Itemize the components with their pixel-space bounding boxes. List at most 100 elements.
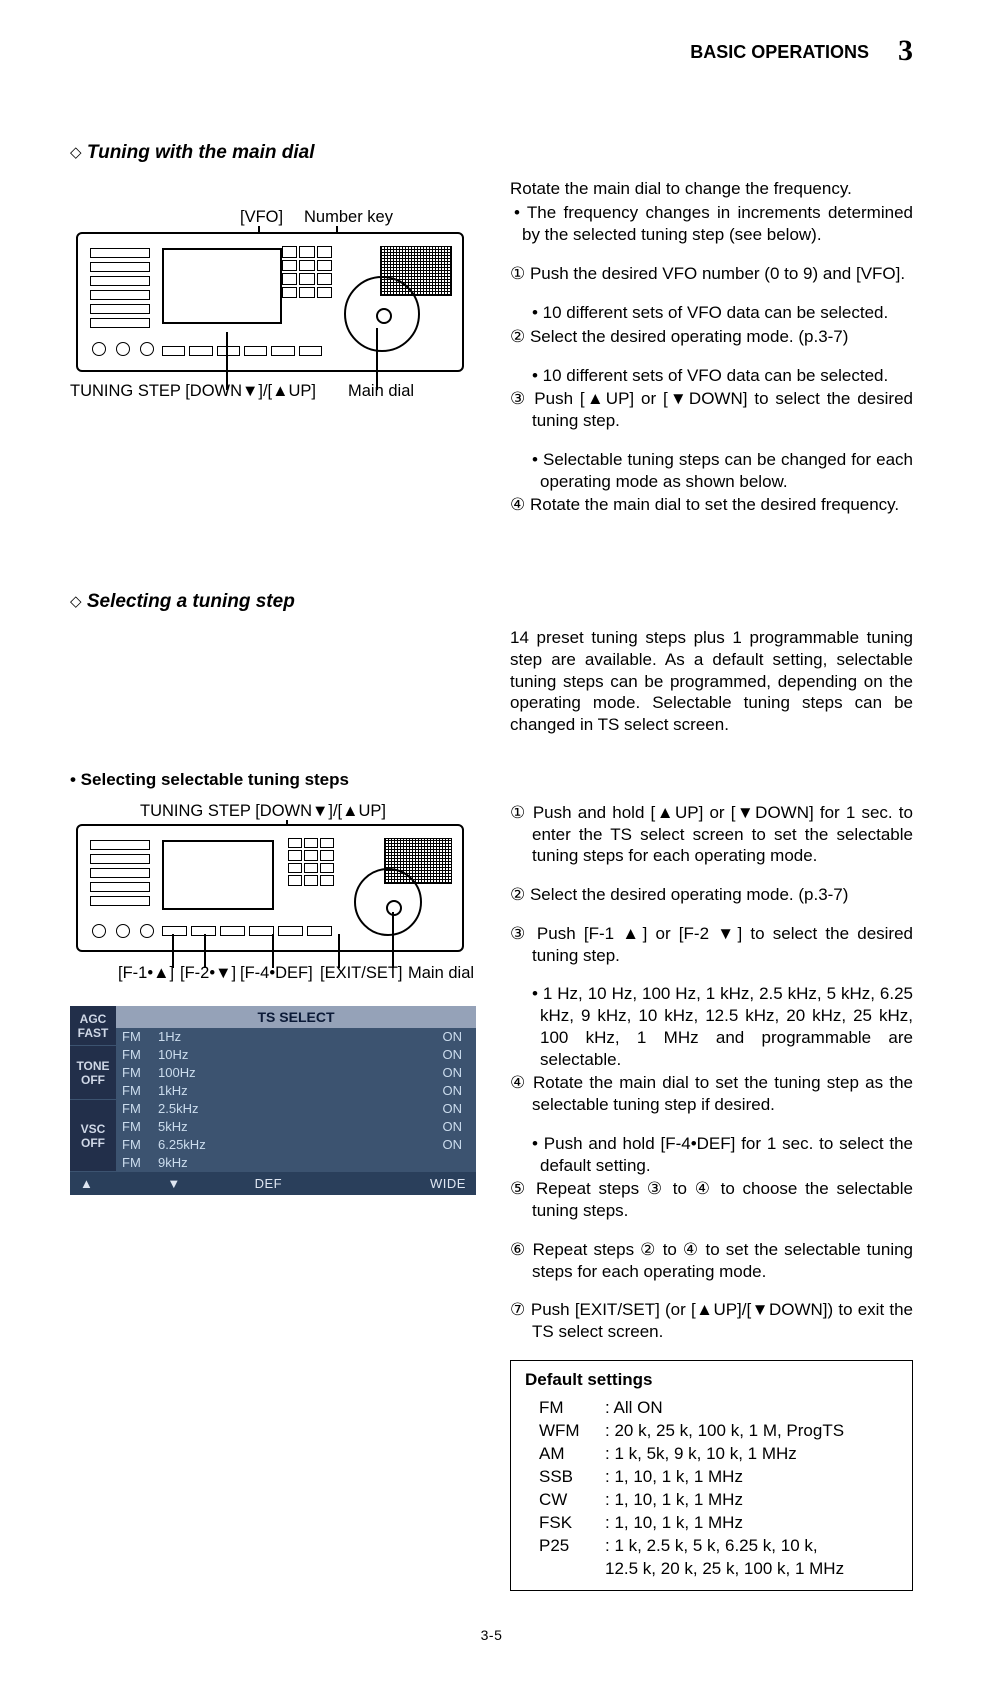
diamond-icon: ◇ — [70, 144, 82, 161]
ts-left-label: OFF — [81, 1073, 105, 1087]
ts-cell: ON — [347, 1100, 476, 1118]
small-knob-icon — [140, 924, 154, 938]
chapter-number: 3 — [898, 34, 913, 67]
heading-selecting-tuning-step: ◇ Selecting a tuning step — [70, 591, 913, 613]
ds-mode: FSK — [539, 1512, 599, 1534]
small-knob-icon — [116, 924, 130, 938]
s3-step-1: ① Push and hold [▲UP] or [▼DOWN] for 1 s… — [510, 802, 913, 867]
radio-main-dial — [354, 868, 422, 936]
ts-left-label: OFF — [81, 1136, 105, 1150]
ds-mode: FM — [539, 1397, 599, 1419]
s3-step-3: ③ Push [F-1 ▲] or [F-2 ▼] to select the … — [510, 923, 913, 967]
radio-bottom-row — [162, 926, 332, 940]
ts-cell: FM — [116, 1028, 152, 1046]
ts-cell: FM — [116, 1046, 152, 1064]
ds-value-cont: 12.5 k, 20 k, 25 k, 100 k, 1 MHz — [605, 1558, 898, 1580]
ts-cell: 9kHz — [152, 1154, 347, 1172]
page-number: 3-5 — [70, 1627, 913, 1643]
radio-left-buttons — [90, 248, 150, 332]
step-2-sub: • 10 different sets of VFO data can be s… — [510, 365, 913, 387]
ts-footer-label: DEF — [255, 1176, 283, 1191]
callout-main-dial: Main dial — [348, 382, 414, 401]
ds-value: : 1 k, 5k, 9 k, 10 k, 1 MHz — [605, 1443, 898, 1465]
small-knob-icon — [92, 342, 106, 356]
ts-cell: 1kHz — [152, 1082, 347, 1100]
default-settings-title: Default settings — [525, 1369, 898, 1391]
ts-footer-bar: ▲ ▼ DEF WIDE — [70, 1172, 476, 1195]
ts-title: TS SELECT — [116, 1006, 476, 1028]
default-settings-table: FM: All ON WFM: 20 k, 25 k, 100 k, 1 M, … — [539, 1397, 898, 1581]
ts-left-label: AGC — [80, 1012, 107, 1026]
ts-left-label: TONE — [76, 1059, 109, 1073]
callout-f2: [F-2•▼] — [180, 964, 236, 983]
s3-step-5: ⑤ Repeat steps ③ to ④ to choose the sele… — [510, 1178, 913, 1222]
callout-f1: [F-1•▲] — [118, 964, 174, 983]
radio-illustration — [76, 232, 464, 372]
callout-number-key: Number key — [304, 208, 393, 227]
ts-cell: FM — [116, 1100, 152, 1118]
callout-line — [272, 934, 274, 968]
section-name: BASIC OPERATIONS — [690, 42, 869, 62]
small-knob-icon — [116, 342, 130, 356]
s3-step-7: ⑦ Push [EXIT/SET] (or [▲UP]/[▼DOWN]) to … — [510, 1299, 913, 1343]
ts-left-label: FAST — [78, 1026, 109, 1040]
ts-cell: FM — [116, 1136, 152, 1154]
ds-value: : 20 k, 25 k, 100 k, 1 M, ProgTS — [605, 1420, 898, 1442]
ts-cell: 2.5kHz — [152, 1100, 347, 1118]
radio-display — [162, 248, 282, 324]
ds-value: : 1, 10, 1 k, 1 MHz — [605, 1466, 898, 1488]
ts-cell: 1Hz — [152, 1028, 347, 1046]
ds-mode: SSB — [539, 1466, 599, 1488]
ds-value: : 1 k, 2.5 k, 5 k, 6.25 k, 10 k, — [605, 1535, 898, 1557]
ts-cell: FM — [116, 1118, 152, 1136]
small-knob-icon — [92, 924, 106, 938]
page-header: BASIC OPERATIONS 3 — [70, 34, 913, 68]
ds-value: : 1, 10, 1 k, 1 MHz — [605, 1512, 898, 1534]
ts-select-screen: AGC FAST TS SELECT FM1HzON TONE OFF FM10… — [70, 1006, 476, 1173]
section2-intro: 14 preset tuning steps plus 1 programmab… — [510, 627, 913, 736]
default-settings-box: Default settings FM: All ON WFM: 20 k, 2… — [510, 1360, 913, 1592]
callout-line — [338, 934, 340, 968]
ts-cell: FM — [116, 1064, 152, 1082]
step-1: ① Push the desired VFO number (0 to 9) a… — [510, 263, 913, 285]
s3-step-4-sub: • Push and hold [F-4•DEF] for 1 sec. to … — [510, 1133, 913, 1177]
step-3-sub: • Selectable tuning steps can be changed… — [510, 449, 913, 493]
radio-display — [162, 840, 274, 910]
s3-step-6: ⑥ Repeat steps ② to ④ to set the selecta… — [510, 1239, 913, 1283]
ts-footer-label: ▼ — [167, 1176, 180, 1191]
s3-step-3-sub: • 1 Hz, 10 Hz, 100 Hz, 1 kHz, 2.5 kHz, 5… — [510, 983, 913, 1070]
step-4: ④ Rotate the main dial to set the desire… — [510, 494, 913, 516]
ts-cell: 5kHz — [152, 1118, 347, 1136]
callout-tuning-step: TUNING STEP [DOWN▼]/[▲UP] — [70, 382, 316, 401]
step-3: ③ Push [▲UP] or [▼DOWN] to select the de… — [510, 388, 913, 432]
step-2: ② Select the desired operating mode. (p.… — [510, 326, 913, 348]
intro-text: Rotate the main dial to change the frequ… — [510, 178, 913, 200]
intro-bullet: • The frequency changes in increments de… — [510, 202, 913, 246]
ds-mode: CW — [539, 1489, 599, 1511]
ds-mode: P25 — [539, 1535, 599, 1557]
callout-exit: [EXIT/SET] — [320, 964, 403, 983]
callout-vfo: [VFO] — [240, 208, 283, 227]
s3-step-4: ④ Rotate the main dial to set the tuning… — [510, 1072, 913, 1116]
ts-cell — [347, 1154, 476, 1172]
ds-value: : All ON — [605, 1397, 898, 1419]
ts-footer-label: ▲ — [80, 1176, 93, 1191]
ts-cell: 6.25kHz — [152, 1136, 347, 1154]
radio-main-dial — [344, 276, 420, 352]
ts-cell: 100Hz — [152, 1064, 347, 1082]
ts-cell: 10Hz — [152, 1046, 347, 1064]
callout-tuning-step-2: TUNING STEP [DOWN▼]/[▲UP] — [140, 802, 386, 821]
heading-text: Tuning with the main dial — [87, 142, 315, 163]
ts-cell: ON — [347, 1046, 476, 1064]
heading-tuning-main-dial: ◇ Tuning with the main dial — [70, 142, 913, 164]
step-1-sub: • 10 different sets of VFO data can be s… — [510, 302, 913, 324]
callout-line — [376, 328, 378, 390]
ts-cell: ON — [347, 1082, 476, 1100]
ds-value: : 1, 10, 1 k, 1 MHz — [605, 1489, 898, 1511]
callout-line — [172, 934, 174, 968]
ts-cell: ON — [347, 1028, 476, 1046]
diamond-icon: ◇ — [70, 593, 82, 610]
ts-cell: FM — [116, 1154, 152, 1172]
ts-left-label: VSC — [81, 1122, 106, 1136]
ds-mode: AM — [539, 1443, 599, 1465]
